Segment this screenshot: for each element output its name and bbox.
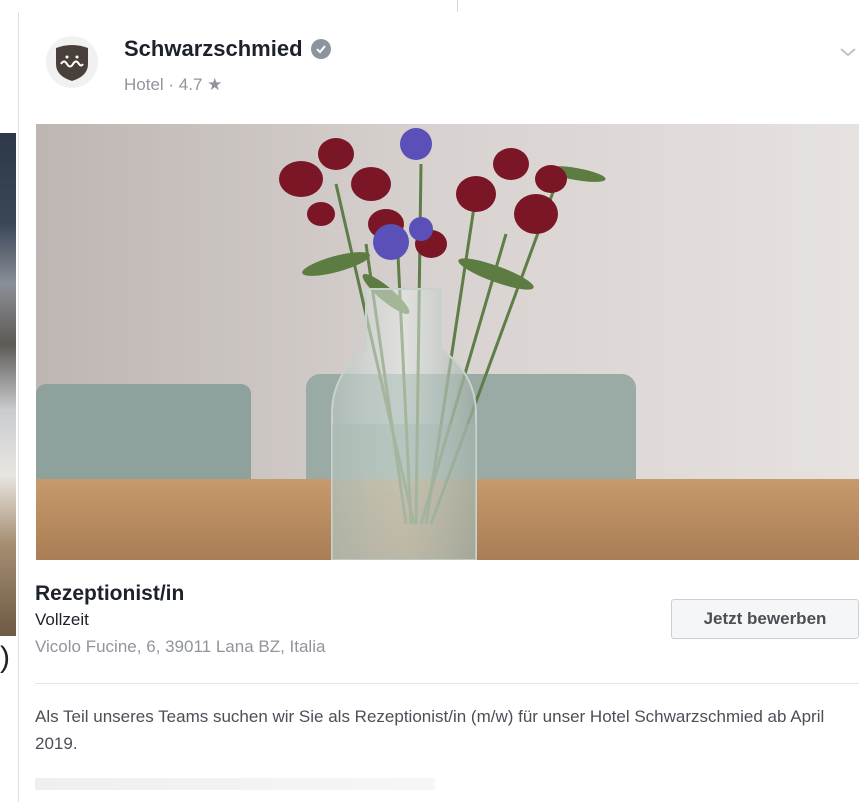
page-subline: Hotel · 4.7 ★ [124, 75, 222, 95]
verified-badge-icon [310, 39, 331, 59]
page-category: Hotel [124, 75, 164, 94]
page-name-text[interactable]: Schwarzschmied [124, 36, 303, 62]
job-description: Als Teil unseres Teams suchen wir Sie al… [35, 707, 825, 753]
adjacent-image [0, 133, 16, 636]
job-type: Vollzeit [35, 610, 89, 629]
truncated-text-line [35, 778, 435, 790]
job-photo[interactable] [36, 124, 859, 560]
job-title[interactable]: Rezeptionist/in [35, 582, 184, 606]
chevron-down-icon[interactable] [839, 42, 857, 63]
job-address: Vicolo Fucine, 6, 39011 Lana BZ, Italia [35, 637, 326, 656]
avatar[interactable] [46, 36, 98, 88]
subline-separator: · [163, 75, 179, 94]
flower-vase-image [36, 124, 859, 560]
adjacent-text-fragment: ) [0, 641, 10, 674]
star-icon: ★ [207, 75, 223, 94]
job-post-card: Schwarzschmied Hotel · 4.7 ★ Rezeptionis… [18, 12, 859, 802]
section-divider [35, 683, 859, 684]
apply-button[interactable]: Jetzt bewerben [671, 599, 859, 639]
adjacent-content-sliver: ) [0, 0, 16, 783]
page-rating: 4.7 [178, 75, 203, 94]
page-name[interactable]: Schwarzschmied [124, 36, 331, 62]
schwarzschmied-logo-icon [56, 45, 88, 81]
